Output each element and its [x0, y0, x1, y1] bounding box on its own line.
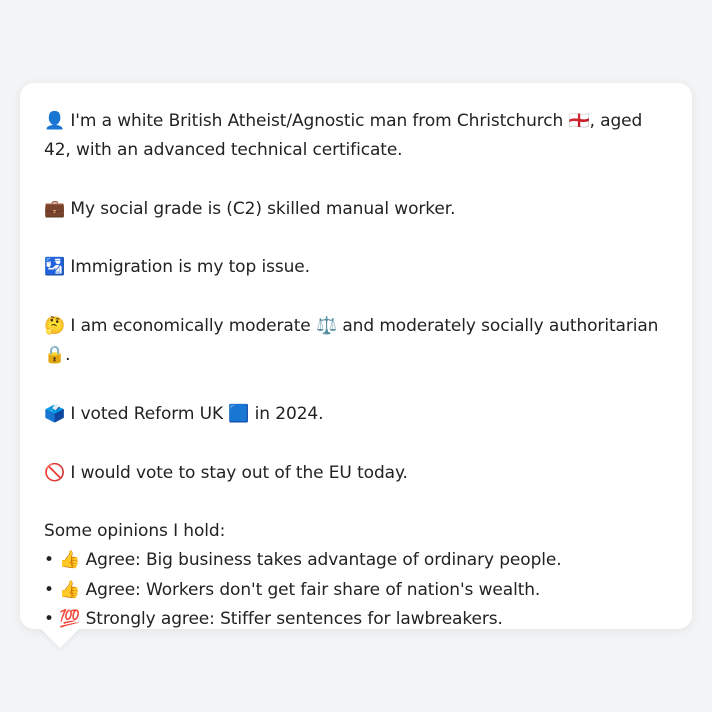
- opinions-list: • 👍 Agree: Big business takes advantage …: [44, 546, 668, 634]
- opinions-title: Some opinions I hold:: [44, 521, 226, 542]
- list-item: • 👍 Agree: Workers don't get fair share …: [44, 579, 541, 600]
- speech-bubble-tail: [40, 628, 80, 648]
- social-grade-text: 💼 My social grade is (C2) skilled manual…: [44, 198, 456, 219]
- political-position-text: 🤔 I am economically moderate ⚖️ and mode…: [44, 316, 659, 366]
- identity-text: 👤 I'm a white British Atheist/Agnostic m…: [44, 111, 643, 161]
- vote-2024-text: 🗳️ I voted Reform UK 🟦 in 2024.: [44, 403, 324, 424]
- list-item: • 💯 Strongly agree: Stiffer sentences fo…: [44, 609, 503, 630]
- persona-card: 👤 I'm a white British Atheist/Agnostic m…: [20, 83, 692, 629]
- eu-vote-text: 🚫 I would vote to stay out of the EU tod…: [44, 462, 408, 483]
- list-item: • 👍 Agree: Big business takes advantage …: [44, 550, 562, 571]
- persona-content: 👤 I'm a white British Atheist/Agnostic m…: [44, 107, 668, 634]
- top-issue-text: 🛂 Immigration is my top issue.: [44, 257, 310, 278]
